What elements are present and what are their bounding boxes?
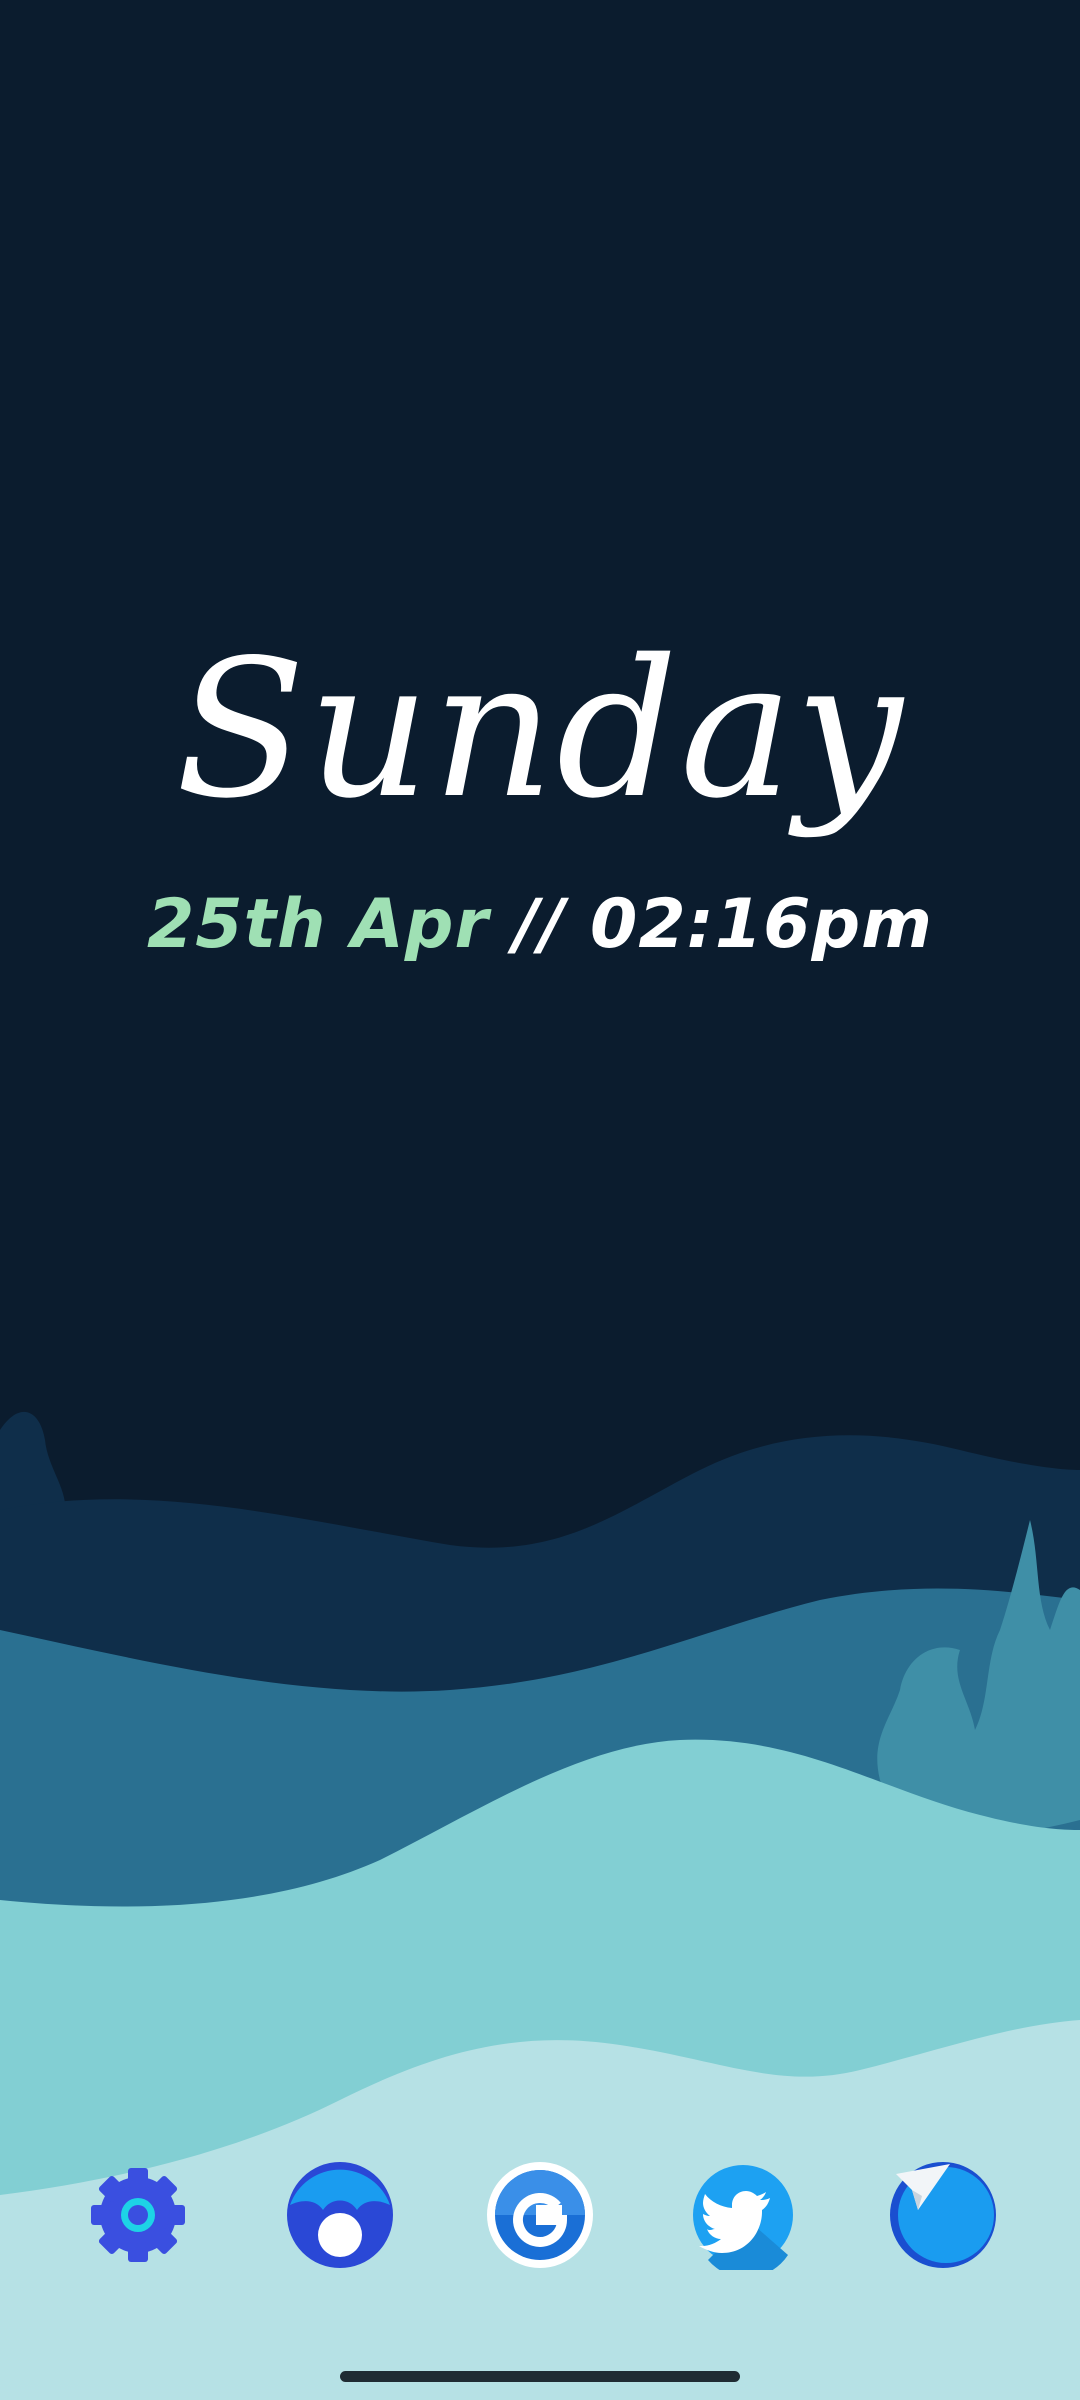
twitter-bird-icon (693, 2165, 793, 2270)
app-dock (0, 2160, 1080, 2270)
home-screen: Sunday 25th Apr // 02:16pm (0, 0, 1080, 2400)
google-icon (487, 2162, 593, 2268)
date-label: 25th Apr (146, 885, 490, 964)
telegram-app-icon[interactable] (888, 2160, 998, 2270)
twitter-app-icon[interactable] (688, 2160, 798, 2270)
separator-label: // (489, 885, 591, 964)
clock-widget[interactable]: Sunday 25th Apr // 02:16pm (0, 600, 1080, 970)
time-label: 02:16pm (590, 885, 934, 964)
telegram-icon (890, 2162, 996, 2268)
camera-icon (287, 2162, 393, 2268)
camera-app-icon[interactable] (285, 2160, 395, 2270)
date-time-line: 25th Apr // 02:16pm (0, 880, 1080, 970)
google-app-icon[interactable] (485, 2160, 595, 2270)
settings-gear-icon (91, 2168, 185, 2262)
day-label: Sunday (175, 619, 905, 840)
settings-app-icon[interactable] (83, 2160, 193, 2270)
wallpaper (0, 0, 1080, 2400)
home-indicator-bar[interactable] (340, 2371, 740, 2382)
